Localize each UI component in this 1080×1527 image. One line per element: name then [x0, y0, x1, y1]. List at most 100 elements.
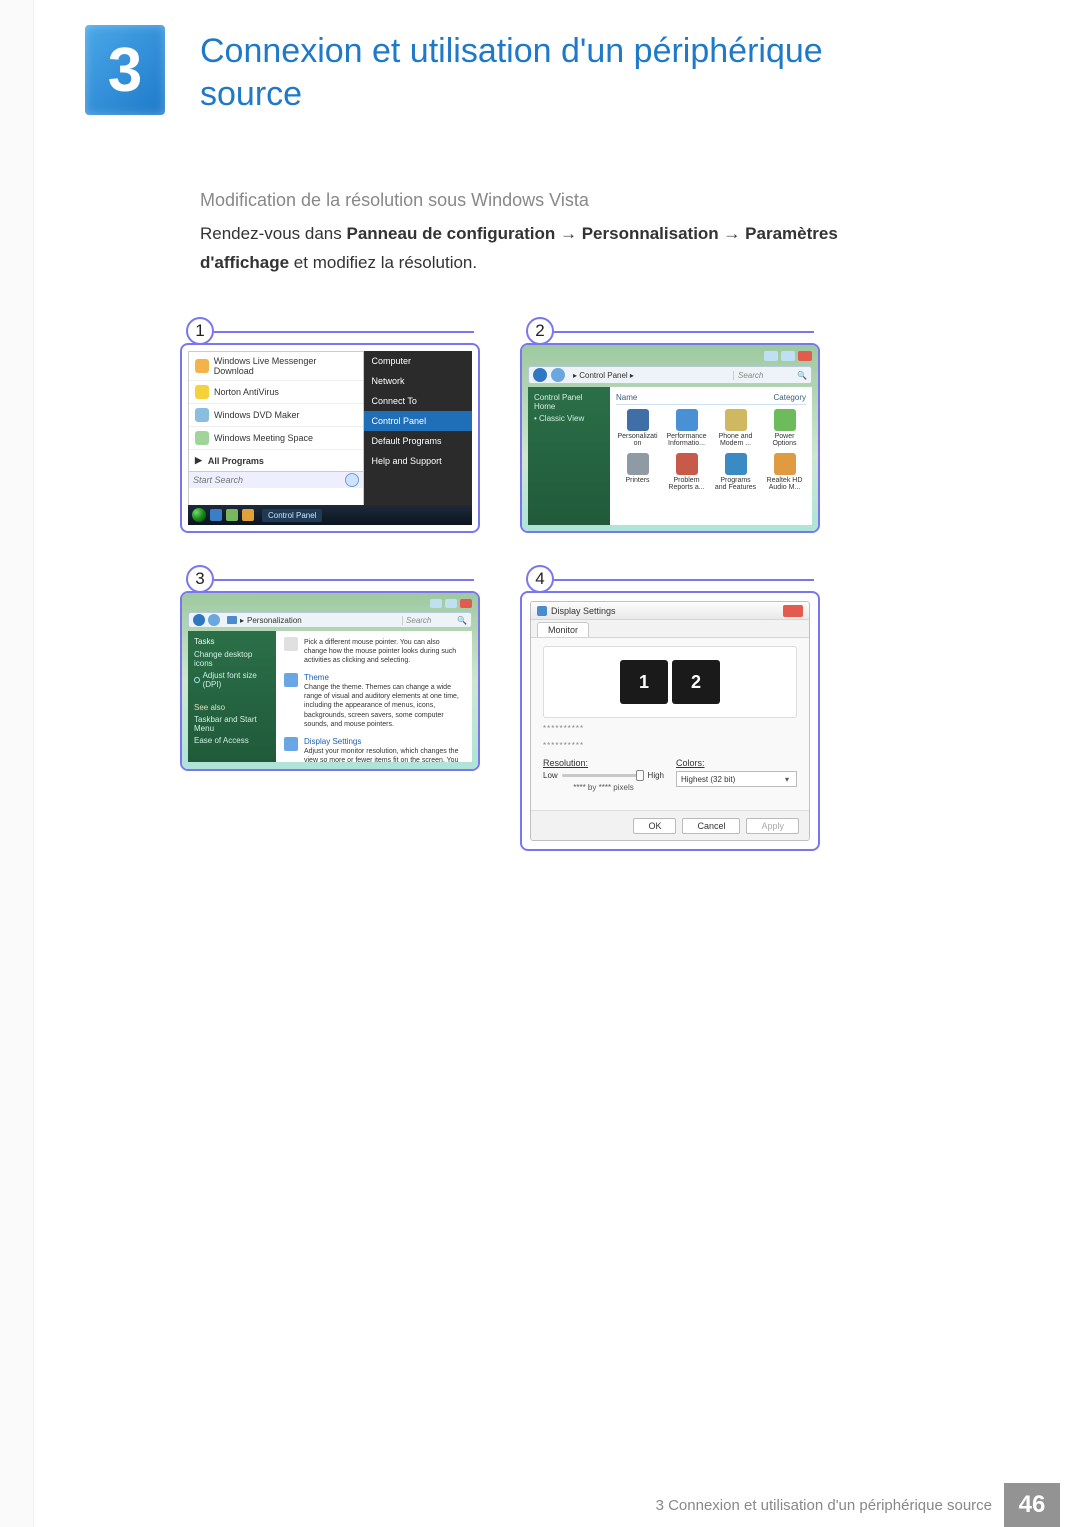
- explorer-search-input[interactable]: Search: [733, 371, 793, 380]
- step-3-cell: 3 ▸ Personalization Search 🔍: [180, 573, 480, 851]
- cp-item-performance[interactable]: Performance Informatio...: [665, 409, 708, 447]
- search-icon[interactable]: 🔍: [797, 371, 807, 380]
- intro-suffix: et modifiez la résolution.: [294, 253, 477, 272]
- start-right-item-highlighted[interactable]: Control Panel: [364, 411, 472, 431]
- monitor-preview[interactable]: 1 2: [543, 646, 797, 718]
- monitor-2-icon[interactable]: 2: [672, 660, 720, 704]
- intro-path-1: Panneau de configuration: [346, 224, 555, 243]
- screenshot-control-panel: ▸ Control Panel ▸ Search 🔍 Control Panel…: [520, 343, 820, 533]
- resolution-slider[interactable]: Low High: [543, 771, 664, 780]
- dialog-button-row: OK Cancel Apply: [531, 810, 809, 840]
- sidebar-header-tasks: Tasks: [194, 637, 270, 646]
- ok-button[interactable]: OK: [633, 818, 676, 834]
- step-number-2: 2: [526, 317, 554, 345]
- taskbar: Control Panel: [188, 505, 472, 525]
- step-2-cell: 2 ▸ Control Panel ▸ Search 🔍: [520, 325, 820, 533]
- cp-item-phone-modem[interactable]: Phone and Modem ...: [714, 409, 757, 447]
- start-right-item[interactable]: Network: [364, 371, 472, 391]
- sidebar-header: Control Panel Home: [534, 393, 604, 411]
- start-menu-item[interactable]: Windows DVD Maker: [189, 404, 363, 427]
- window-close-icon[interactable]: [798, 351, 812, 361]
- taskbar-media-icon[interactable]: [226, 509, 238, 521]
- nav-back-icon[interactable]: [533, 368, 547, 382]
- shield-icon: [194, 677, 200, 683]
- cancel-button[interactable]: Cancel: [682, 818, 740, 834]
- window-minimize-icon[interactable]: [430, 599, 442, 608]
- tab-monitor[interactable]: Monitor: [537, 622, 589, 637]
- col-category[interactable]: Category: [774, 393, 806, 402]
- personalization-entry-theme[interactable]: ThemeChange the theme. Themes can change…: [284, 673, 464, 728]
- explorer-search-input[interactable]: Search: [402, 616, 454, 625]
- section-heading: Modification de la résolution sous Windo…: [200, 190, 589, 211]
- taskbar-folder-icon[interactable]: [242, 509, 254, 521]
- start-menu-item[interactable]: Windows Meeting Space: [189, 427, 363, 450]
- taskbar-active-window[interactable]: Control Panel: [262, 509, 322, 522]
- tab-bar: Monitor: [531, 620, 809, 638]
- breadcrumb[interactable]: ▸ Control Panel ▸: [569, 371, 729, 380]
- start-right-item[interactable]: Help and Support: [364, 451, 472, 471]
- step-connector: [214, 331, 474, 333]
- control-panel-sidebar: Control Panel Home • Classic View: [528, 387, 610, 525]
- search-icon[interactable]: 🔍: [457, 616, 467, 625]
- nav-back-icon[interactable]: [193, 614, 205, 626]
- page-number: 46: [1004, 1483, 1060, 1527]
- breadcrumb[interactable]: ▸ Personalization: [223, 616, 399, 625]
- personalization-entry-display-settings[interactable]: Display SettingsAdjust your monitor reso…: [284, 737, 464, 762]
- slider-thumb[interactable]: [636, 770, 644, 781]
- display-icon: [284, 737, 298, 751]
- nav-forward-icon[interactable]: [208, 614, 220, 626]
- arrow-icon: →: [723, 224, 740, 243]
- cp-item-realtek-audio[interactable]: Realtek HD Audio M...: [763, 453, 806, 491]
- window-close-icon[interactable]: [460, 599, 472, 608]
- personalization-entry-mouse[interactable]: Pick a different mouse pointer. You can …: [284, 637, 464, 665]
- start-right-item[interactable]: Connect To: [364, 391, 472, 411]
- display-icon: [537, 606, 547, 616]
- all-programs[interactable]: ▶All Programs: [189, 450, 363, 471]
- start-orb-icon[interactable]: [192, 508, 206, 522]
- window-maximize-icon[interactable]: [781, 351, 795, 361]
- start-search-input[interactable]: [189, 472, 345, 488]
- step-connector: [214, 579, 474, 581]
- nav-forward-icon[interactable]: [551, 368, 565, 382]
- cp-item-programs-features[interactable]: Programs and Features: [714, 453, 757, 491]
- cp-item-printers[interactable]: Printers: [616, 453, 659, 491]
- sidebar-link-classic-view[interactable]: • Classic View: [534, 414, 604, 423]
- col-name[interactable]: Name: [616, 393, 774, 402]
- window-minimize-icon[interactable]: [764, 351, 778, 361]
- step-connector: [554, 579, 814, 581]
- search-icon[interactable]: [345, 473, 359, 487]
- sidebar-link-taskbar[interactable]: Taskbar and Start Menu: [194, 715, 270, 733]
- intro-prefix: Rendez-vous dans: [200, 224, 346, 243]
- monitor-1-icon[interactable]: 1: [620, 660, 668, 704]
- screenshot-display-settings: Display Settings Monitor 1 2 ********** …: [520, 591, 820, 851]
- step-connector: [554, 331, 814, 333]
- sidebar-link-desktop-icons[interactable]: Change desktop icons: [194, 650, 270, 668]
- mouse-pointer-icon: [284, 637, 298, 651]
- apply-button[interactable]: Apply: [746, 818, 799, 834]
- resolution-label: Resolution:: [543, 758, 664, 768]
- step-4-cell: 4 Display Settings Monitor 1 2: [520, 573, 820, 851]
- dialog-title: Display Settings: [551, 606, 779, 616]
- start-right-item[interactable]: Computer: [364, 351, 472, 371]
- sidebar-link-ease-access[interactable]: Ease of Access: [194, 736, 270, 745]
- monitor-label-redacted: **********: [543, 741, 797, 750]
- cp-item-problem-reports[interactable]: Problem Reports a...: [665, 453, 708, 491]
- resolution-value: **** by **** pixels: [543, 783, 664, 792]
- step-number-3: 3: [186, 565, 214, 593]
- column-headers: Name Category: [616, 393, 806, 405]
- screenshot-personalization: ▸ Personalization Search 🔍 Tasks Change …: [180, 591, 480, 771]
- start-menu-item[interactable]: Norton AntiVirus: [189, 381, 363, 404]
- window-close-icon[interactable]: [783, 605, 803, 617]
- start-menu-item[interactable]: Windows Live Messenger Download: [189, 352, 363, 381]
- step-1-cell: 1 Windows Live Messenger Download Norton…: [180, 325, 480, 533]
- monitor-icon: [227, 616, 237, 624]
- window-maximize-icon[interactable]: [445, 599, 457, 608]
- taskbar-ie-icon[interactable]: [210, 509, 222, 521]
- cp-item-power-options[interactable]: Power Options: [763, 409, 806, 447]
- colors-combo[interactable]: Highest (32 bit) ▾: [676, 771, 797, 787]
- window-titlebar: [528, 351, 812, 363]
- slider-low-label: Low: [543, 771, 558, 780]
- cp-item-personalization[interactable]: Personalizati on: [616, 409, 659, 447]
- start-right-item[interactable]: Default Programs: [364, 431, 472, 451]
- sidebar-link-font-size[interactable]: Adjust font size (DPI): [194, 671, 270, 689]
